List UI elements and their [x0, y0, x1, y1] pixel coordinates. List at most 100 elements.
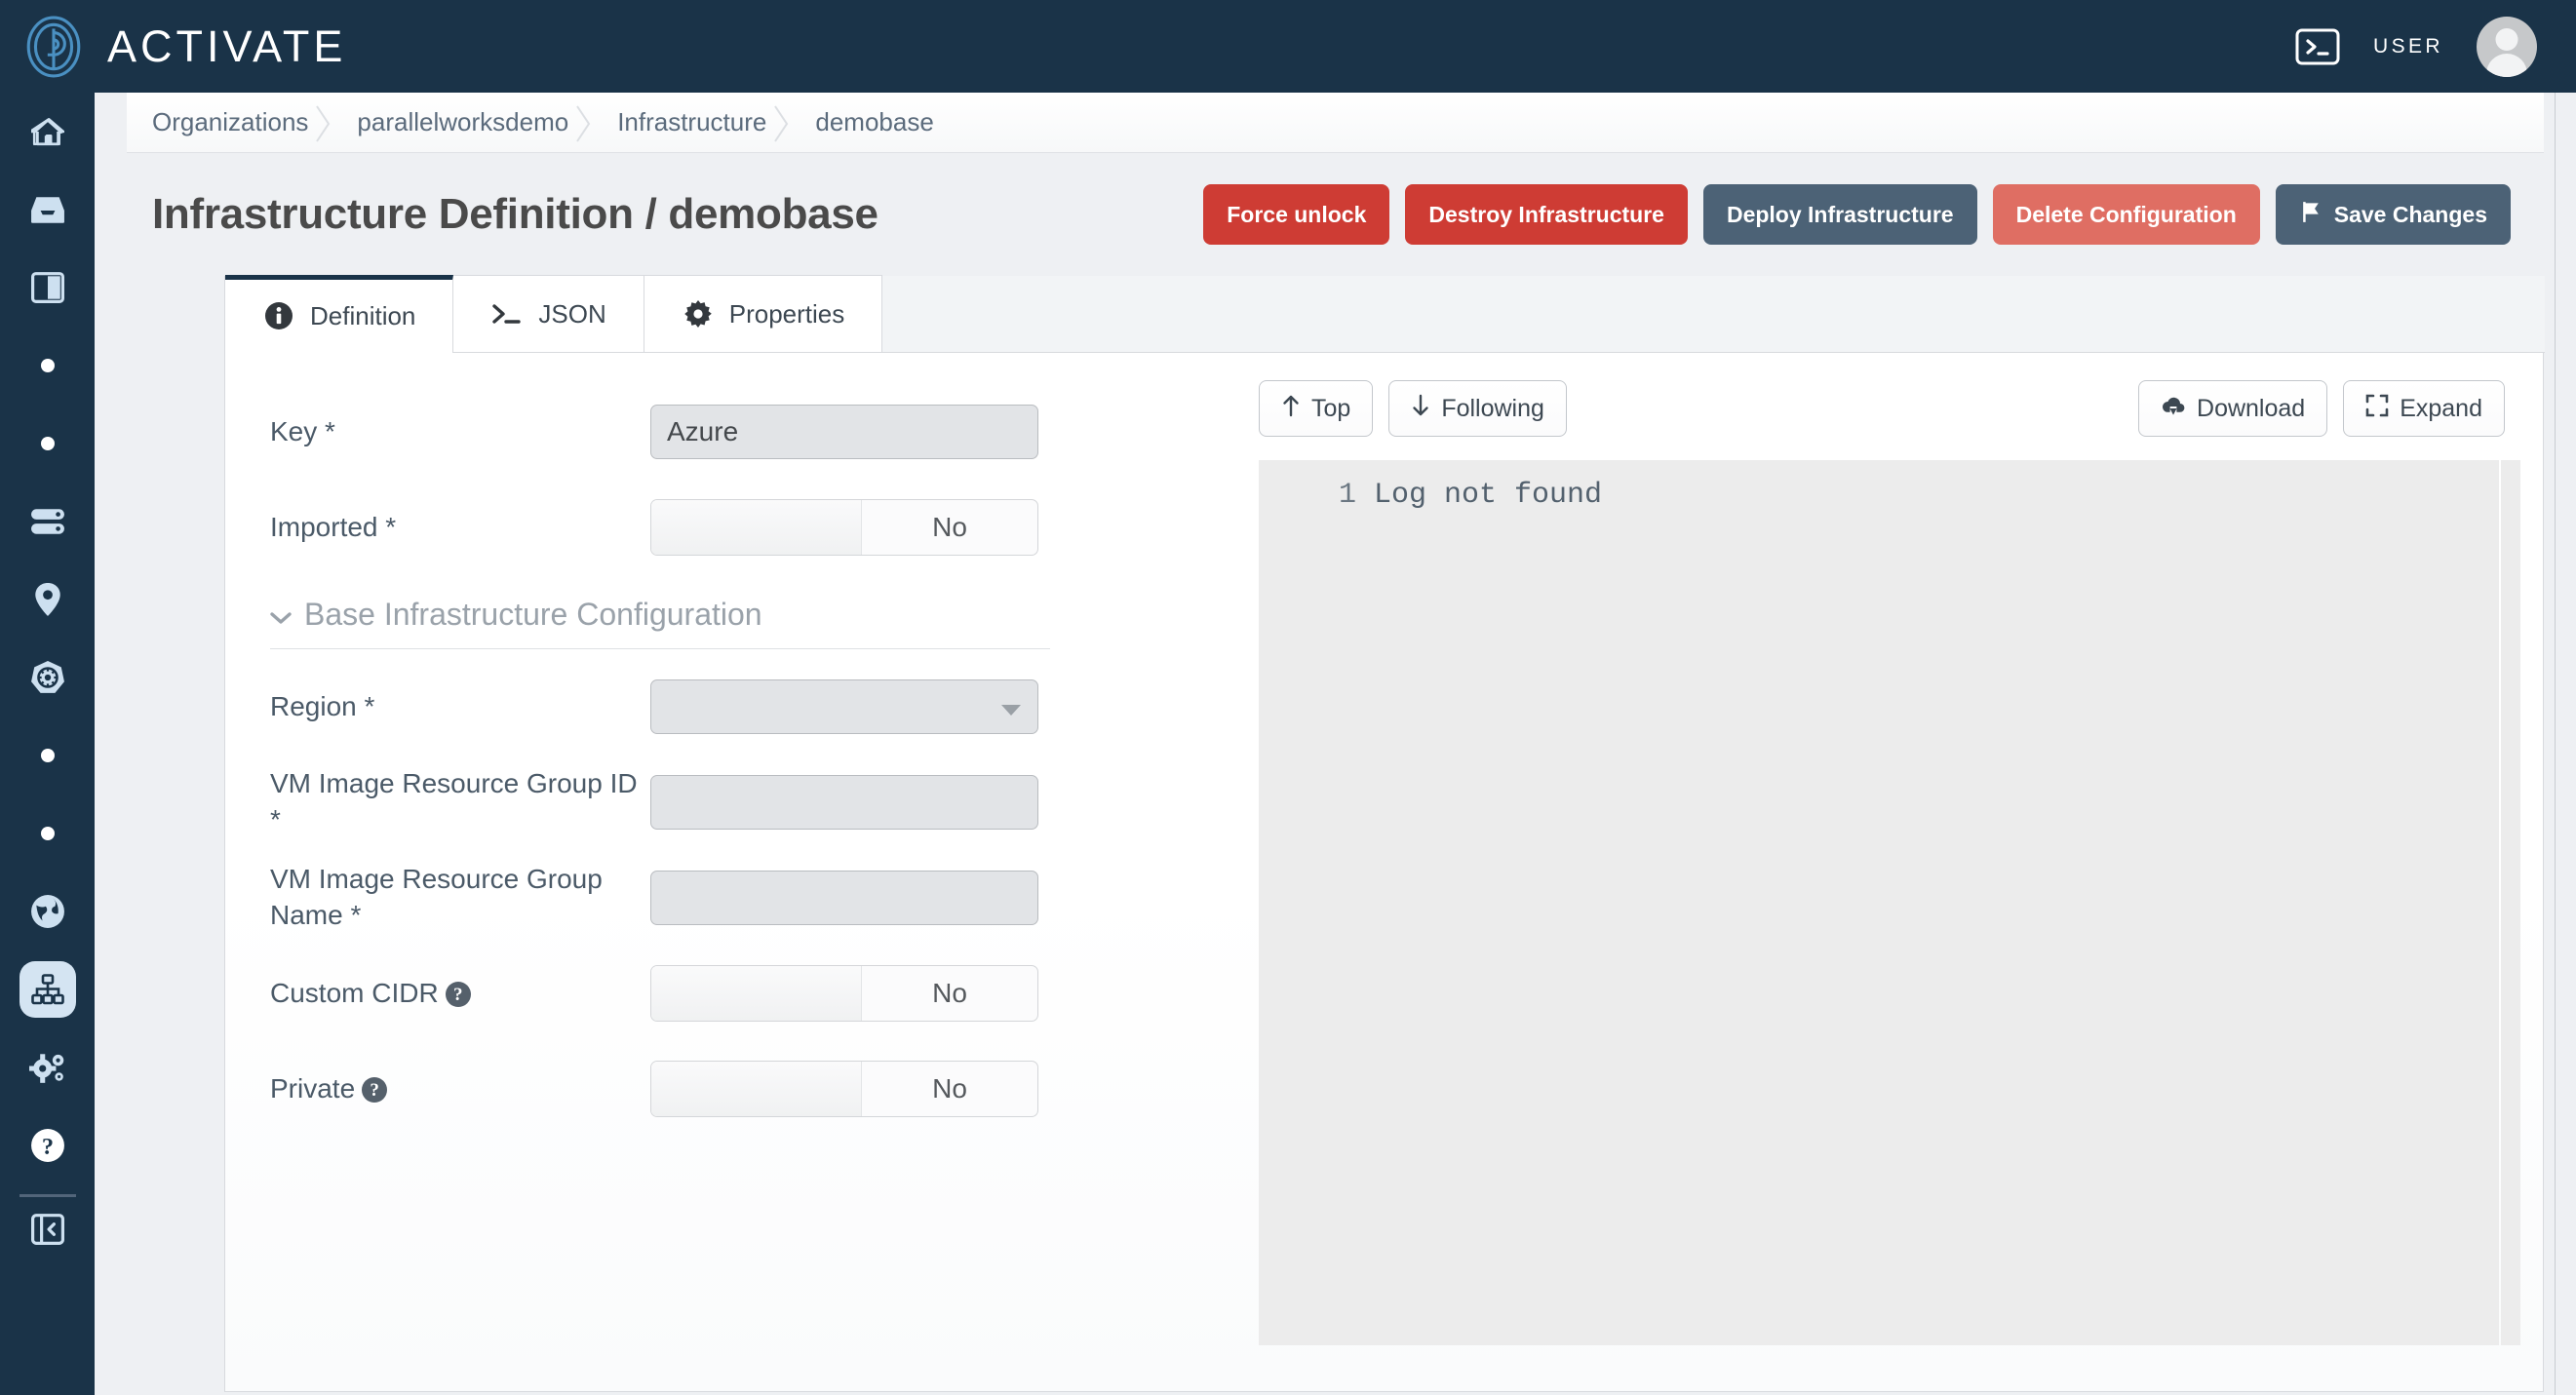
- field-custom-cidr-label: Custom CIDR?: [270, 976, 650, 1012]
- vm-image-resource-group-id-input[interactable]: [650, 775, 1038, 830]
- log-following-button[interactable]: Following: [1388, 380, 1567, 437]
- tab-definition[interactable]: Definition: [225, 275, 454, 353]
- field-private: Private? No: [270, 1041, 1132, 1137]
- page-scrollbar[interactable]: [2555, 93, 2576, 1395]
- sidebar-item-kubernetes[interactable]: [0, 639, 95, 717]
- destroy-infrastructure-label: Destroy Infrastructure: [1428, 201, 1664, 227]
- destroy-infrastructure-button[interactable]: Destroy Infrastructure: [1405, 184, 1688, 245]
- required-marker: *: [356, 690, 375, 721]
- log-output[interactable]: 1 Log not found: [1259, 460, 2499, 1345]
- toggle-knob: [651, 966, 862, 1021]
- sidebar-item-dot-2[interactable]: [0, 405, 95, 483]
- flag-icon: [2299, 200, 2323, 230]
- field-custom-cidr: Custom CIDR? No: [270, 946, 1132, 1041]
- sidebar-item-dot-3[interactable]: [0, 717, 95, 794]
- breadcrumb: Organizations parallelworksdemo Infrastr…: [127, 93, 2544, 153]
- tab-bar: Definition JSON Properties: [225, 275, 2545, 353]
- force-unlock-button[interactable]: Force unlock: [1203, 184, 1390, 245]
- tab-properties[interactable]: Properties: [643, 275, 883, 352]
- sidebar-item-help[interactable]: ?: [0, 1106, 95, 1184]
- breadcrumb-item-organizations[interactable]: Organizations: [152, 104, 332, 142]
- log-download-button[interactable]: Download: [2138, 380, 2328, 437]
- sidebar: ?: [0, 93, 95, 1395]
- delete-configuration-button[interactable]: Delete Configuration: [1992, 184, 2260, 245]
- required-marker: *: [270, 804, 281, 834]
- toggle-knob: [651, 1062, 862, 1116]
- private-toggle-value: No: [932, 1073, 967, 1104]
- breadcrumb-label: demobase: [815, 107, 934, 136]
- vm-image-resource-group-name-input[interactable]: [650, 871, 1038, 925]
- user-label[interactable]: USER: [2373, 35, 2443, 58]
- field-key: Key * Azure: [270, 384, 1132, 480]
- dot-icon: [40, 827, 55, 840]
- required-marker: *: [317, 415, 335, 446]
- map-pin-icon: [34, 582, 61, 617]
- imported-toggle[interactable]: No: [650, 499, 1038, 556]
- tab-json[interactable]: JSON: [452, 275, 644, 352]
- force-unlock-label: Force unlock: [1227, 201, 1367, 227]
- breadcrumb-label: Organizations: [152, 107, 309, 136]
- sidebar-item-settings[interactable]: [0, 1028, 95, 1106]
- collapse-sidebar-icon: [30, 1213, 64, 1250]
- terminal-icon[interactable]: [2295, 28, 2340, 65]
- field-imported-control: No: [650, 499, 1038, 556]
- log-expand-button[interactable]: Expand: [2343, 380, 2505, 437]
- sidebar-item-dot-4[interactable]: [0, 794, 95, 872]
- field-vm-image-resource-group-id: VM Image Resource Group ID *: [270, 755, 1132, 850]
- page-content: Organizations parallelworksdemo Infrastr…: [95, 93, 2576, 1395]
- log-scrollbar[interactable]: [2501, 460, 2520, 1345]
- breadcrumb-label: Infrastructure: [617, 107, 767, 136]
- required-marker: *: [377, 511, 397, 542]
- collapse-sidebar-button[interactable]: [0, 1197, 95, 1265]
- section-base-infrastructure-configuration[interactable]: Base Infrastructure Configuration: [270, 575, 1050, 649]
- sidebar-item-panels[interactable]: [0, 249, 95, 327]
- help-icon[interactable]: ?: [445, 982, 471, 1008]
- log-top-button[interactable]: Top: [1259, 380, 1374, 437]
- field-vm-image-resource-group-id-control: [650, 775, 1038, 830]
- deploy-infrastructure-label: Deploy Infrastructure: [1726, 201, 1954, 227]
- dot-icon: [40, 437, 55, 450]
- field-region-label: Region *: [270, 689, 650, 725]
- log-download-label: Download: [2197, 394, 2306, 422]
- tab-json-label: JSON: [538, 298, 606, 329]
- field-vm-image-resource-group-name-label: VM Image Resource Group Name *: [270, 862, 650, 934]
- breadcrumb-separator-icon: [574, 104, 592, 142]
- sidebar-item-infrastructure[interactable]: [0, 950, 95, 1028]
- breadcrumb-separator-icon: [772, 104, 790, 142]
- custom-cidr-toggle[interactable]: No: [650, 965, 1038, 1022]
- kubernetes-helm-icon: [30, 660, 65, 695]
- region-select[interactable]: [650, 679, 1038, 734]
- help-icon[interactable]: ?: [362, 1077, 388, 1104]
- private-toggle[interactable]: No: [650, 1061, 1038, 1117]
- sidebar-item-locations[interactable]: [0, 561, 95, 639]
- toggle-knob: [651, 500, 862, 555]
- columns-panel-icon: [30, 272, 64, 303]
- key-input[interactable]: Azure: [650, 405, 1038, 459]
- field-key-label-text: Key: [270, 415, 318, 446]
- breadcrumb-item-parallelworksdemo[interactable]: parallelworksdemo: [332, 104, 592, 142]
- save-changes-button[interactable]: Save Changes: [2275, 184, 2511, 245]
- breadcrumb-item-demobase[interactable]: demobase: [790, 107, 956, 137]
- sidebar-item-storage[interactable]: [0, 483, 95, 561]
- sidebar-item-globe[interactable]: [0, 872, 95, 950]
- inbox-tray-icon: [30, 194, 65, 225]
- home-icon: [30, 115, 64, 148]
- avatar[interactable]: [2477, 16, 2537, 77]
- brand-name: ACTIVATE: [107, 20, 347, 71]
- question-circle-icon: ?: [30, 1128, 65, 1163]
- log-line-text: Log not found: [1374, 479, 1603, 512]
- sidebar-item-home[interactable]: [0, 93, 95, 171]
- fingerprint-p-logo-icon: [21, 15, 86, 79]
- sidebar-item-dot-1[interactable]: [0, 327, 95, 405]
- field-region-label-text: Region: [270, 690, 357, 721]
- deploy-infrastructure-button[interactable]: Deploy Infrastructure: [1702, 184, 1977, 245]
- breadcrumb-separator-icon: [314, 104, 332, 142]
- field-custom-cidr-control: No: [650, 965, 1038, 1022]
- arrow-down-icon: [1411, 394, 1430, 424]
- field-custom-cidr-label-text: Custom CIDR: [270, 977, 439, 1008]
- sidebar-item-inbox[interactable]: [0, 171, 95, 249]
- cogs-icon: [28, 1051, 66, 1084]
- app-logo[interactable]: ACTIVATE: [21, 15, 346, 79]
- field-vm-image-resource-group-id-label-text: VM Image Resource Group ID: [270, 768, 638, 799]
- breadcrumb-item-infrastructure[interactable]: Infrastructure: [592, 104, 790, 142]
